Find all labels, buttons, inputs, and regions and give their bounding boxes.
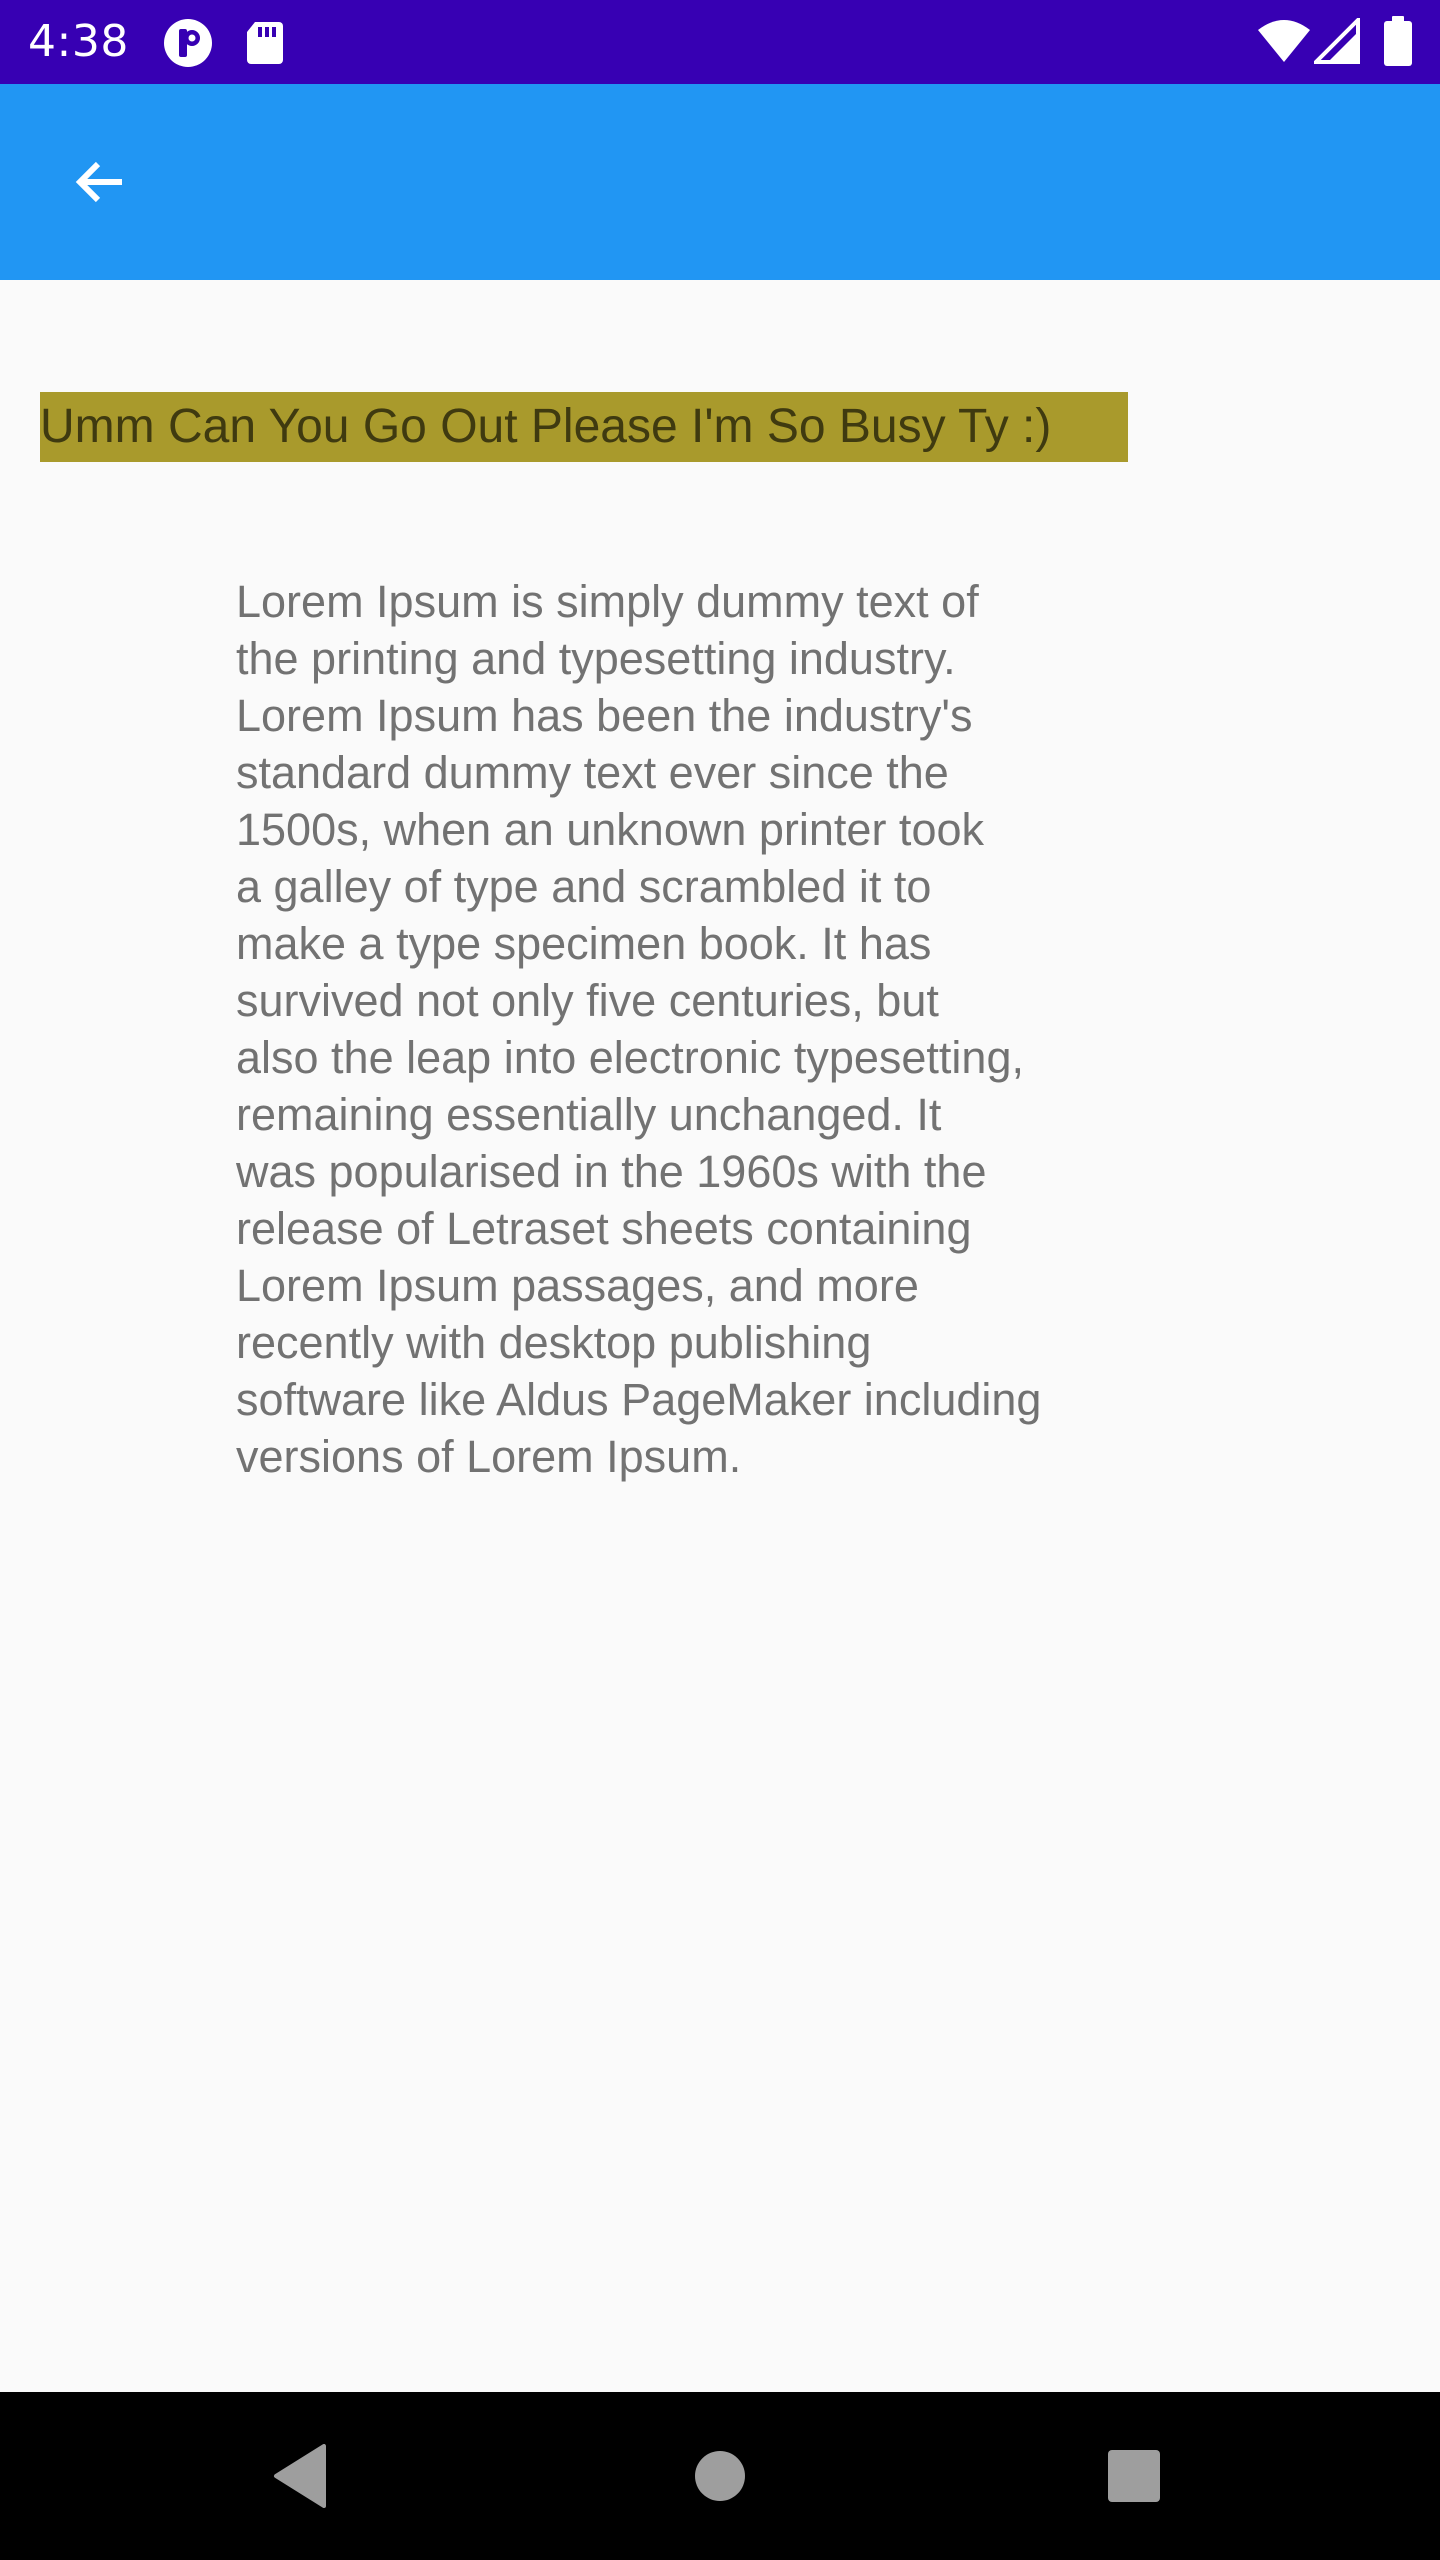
status-bar: 4:38 [0,0,1440,84]
body-paragraph: Lorem Ipsum is simply dummy text of the … [236,573,1136,1485]
body-line: Lorem Ipsum passages, and more [236,1260,919,1311]
back-button[interactable] [44,126,156,238]
recents-square-icon [1108,2450,1160,2502]
status-time: 4:38 [28,16,129,67]
wifi-icon [1256,18,1312,68]
body-line: software like Aldus PageMaker including [236,1374,1042,1425]
sd-card-icon [245,20,285,68]
navigation-bar [0,2392,1440,2560]
body-line: standard dummy text ever since the [236,747,949,798]
signal-icon [1311,15,1360,68]
body-line: remaining essentially unchanged. It [236,1089,942,1140]
nav-recents-button[interactable] [1084,2426,1184,2526]
body-line: was popularised in the 1960s with the [236,1146,987,1197]
body-line: the printing and typesetting industry. [236,633,956,684]
notification-p-icon [162,17,214,73]
body-line: Lorem Ipsum is simply dummy text of [236,576,979,627]
body-line: release of Letraset sheets containing [236,1203,972,1254]
body-line: survived not only five centuries, but [236,975,939,1026]
banner-text: Umm Can You Go Out Please I'm So Busy Ty… [40,392,1128,462]
nav-back-button[interactable] [250,2426,350,2526]
back-triangle-icon [274,2444,326,2508]
app-bar [0,84,1440,280]
body-line: versions of Lorem Ipsum. [236,1431,742,1482]
battery-icon [1384,16,1412,70]
body-line: Lorem Ipsum has been the industry's [236,690,973,741]
body-line: make a type specimen book. It has [236,918,932,969]
home-circle-icon [695,2451,745,2501]
body-line: recently with desktop publishing [236,1317,872,1368]
arrow-back-icon [75,161,122,203]
nav-home-button[interactable] [670,2426,770,2526]
body-line: also the leap into electronic typesettin… [236,1032,1024,1083]
body-line: a galley of type and scrambled it to [236,861,932,912]
body-line: 1500s, when an unknown printer took [236,804,984,855]
